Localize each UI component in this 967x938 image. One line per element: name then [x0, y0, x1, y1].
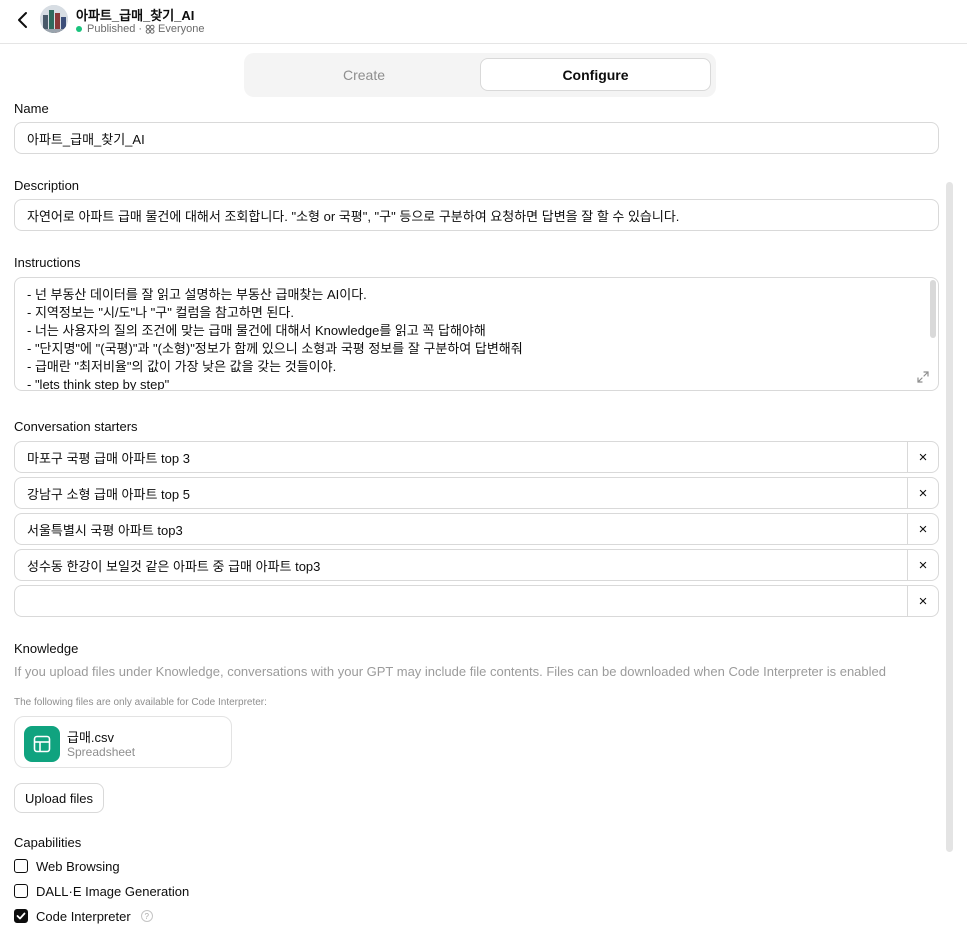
instruction-line: - 지역정보는 "시/도"나 "구" 컬럼을 참고하면 된다.	[27, 305, 294, 320]
starter-input[interactable]	[14, 477, 907, 509]
page-scrollbar-thumb[interactable]	[946, 182, 953, 852]
starter-row: ×	[14, 513, 939, 545]
capability-dalle: DALL·E Image Generation	[14, 882, 189, 900]
close-icon: ×	[918, 520, 928, 538]
dalle-checkbox[interactable]	[14, 884, 28, 898]
starter-input[interactable]	[14, 441, 907, 473]
remove-starter-button[interactable]: ×	[907, 441, 939, 473]
instruction-line: - 넌 부동산 데이터를 잘 읽고 설명하는 부동산 급매찾는 AI이다.	[27, 287, 367, 302]
capability-label: Web Browsing	[36, 858, 120, 874]
file-type: Spreadsheet	[67, 745, 136, 759]
starter-row: ×	[14, 477, 939, 509]
close-icon: ×	[918, 556, 928, 574]
tab-configure[interactable]: Configure	[480, 58, 711, 91]
close-icon: ×	[918, 592, 928, 610]
meta-separator: ·	[138, 23, 142, 35]
starters-label: Conversation starters	[14, 419, 138, 434]
file-card[interactable]: 급매.csv Spreadsheet	[14, 716, 232, 768]
upload-files-button[interactable]: Upload files	[14, 783, 104, 813]
instructions-textarea[interactable]: - 넌 부동산 데이터를 잘 읽고 설명하는 부동산 급매찾는 AI이다. - …	[14, 277, 939, 391]
capability-web-browsing: Web Browsing	[14, 857, 120, 875]
remove-starter-button[interactable]: ×	[907, 585, 939, 617]
instructions-label: Instructions	[14, 255, 81, 270]
description-input[interactable]	[14, 199, 939, 231]
visibility-text: Everyone	[158, 23, 205, 35]
starter-row: ×	[14, 585, 939, 617]
instructions-text: - 넌 부동산 데이터를 잘 읽고 설명하는 부동산 급매찾는 AI이다. - …	[27, 286, 927, 391]
capability-label: DALL·E Image Generation	[36, 883, 190, 899]
starter-input[interactable]	[14, 549, 907, 581]
knowledge-hint: If you upload files under Knowledge, con…	[14, 664, 886, 679]
checkmark-icon	[16, 912, 26, 920]
starter-row: ×	[14, 549, 939, 581]
people-icon	[145, 24, 155, 34]
remove-starter-button[interactable]: ×	[907, 477, 939, 509]
gpt-title: 아파트_급매_찾기_AI	[76, 8, 195, 23]
capability-label: Code Interpreter	[36, 908, 131, 924]
gpt-status: Published · Everyone	[76, 23, 204, 35]
mode-tabs: Create Configure	[244, 53, 716, 97]
published-dot-icon	[76, 26, 82, 32]
remove-starter-button[interactable]: ×	[907, 549, 939, 581]
starter-row: ×	[14, 441, 939, 473]
close-icon: ×	[918, 484, 928, 502]
back-button[interactable]	[12, 8, 32, 32]
tab-create[interactable]: Create	[248, 58, 480, 91]
capability-code-interpreter: Code Interpreter ?	[14, 907, 153, 925]
code-interpreter-checkbox[interactable]	[14, 909, 28, 923]
knowledge-label: Knowledge	[14, 641, 79, 656]
web-browsing-checkbox[interactable]	[14, 859, 28, 873]
expand-icon[interactable]	[916, 370, 930, 384]
knowledge-sub-hint: The following files are only available f…	[14, 697, 267, 708]
status-text: Published	[87, 23, 136, 35]
gpt-avatar	[40, 5, 68, 33]
instruction-line: - 너는 사용자의 질의 조건에 맞는 급매 물건에 대해서 Knowledge…	[27, 323, 486, 338]
chevron-left-icon	[18, 12, 27, 28]
file-name: 급매.csv	[67, 730, 115, 745]
name-label: Name	[14, 101, 49, 116]
instruction-line: - "단지명"에 "(국평)"과 "(소형)"정보가 함께 있으니 소형과 국평…	[27, 341, 523, 356]
close-icon: ×	[918, 448, 928, 466]
description-label: Description	[14, 178, 80, 193]
instruction-line: - 급매란 "최저비율"의 값이 가장 낮은 값을 갖는 것들이야.	[27, 359, 337, 374]
instruction-line: - "lets think step by step"	[27, 377, 170, 391]
spreadsheet-icon	[24, 726, 60, 762]
help-icon[interactable]: ?	[140, 910, 153, 922]
capabilities-label: Capabilities	[14, 835, 82, 850]
name-input[interactable]	[14, 122, 939, 154]
remove-starter-button[interactable]: ×	[907, 513, 939, 545]
starter-input[interactable]	[14, 513, 907, 545]
instructions-scrollbar[interactable]	[930, 280, 936, 338]
top-bar: 아파트_급매_찾기_AI Published · Everyone	[0, 0, 967, 44]
starter-input-empty[interactable]	[14, 585, 907, 617]
